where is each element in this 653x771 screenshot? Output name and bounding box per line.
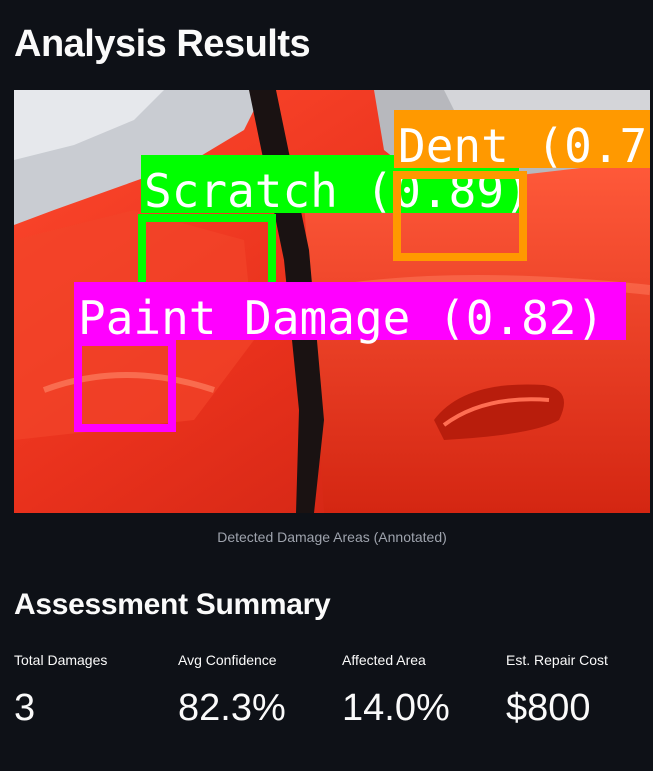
metric-affected-area: Affected Area 14.0% — [342, 648, 506, 734]
metric-label: Affected Area — [342, 652, 426, 668]
dent-label: Dent (0.76) — [398, 119, 650, 173]
metric-value: $800 — [506, 687, 591, 729]
section-title: Assessment Summary — [14, 588, 331, 621]
paint-damage-label: Paint Damage (0.82) — [78, 291, 604, 345]
car-door-photo: Scratch (0.89) Dent (0.76) Paint Damage … — [14, 90, 650, 513]
metric-avg-confidence: Avg Confidence 82.3% — [178, 648, 342, 734]
metric-total-damages: Total Damages 3 — [14, 648, 178, 734]
metric-value: 3 — [14, 687, 36, 729]
annotated-damage-image: Scratch (0.89) Dent (0.76) Paint Damage … — [14, 90, 650, 513]
metric-label: Avg Confidence — [178, 652, 277, 668]
metric-repair-cost: Est. Repair Cost $800 — [506, 648, 653, 734]
image-caption: Detected Damage Areas (Annotated) — [217, 529, 447, 545]
metric-value: 14.0% — [342, 687, 450, 729]
page-title: Analysis Results — [14, 23, 311, 65]
metric-label: Total Damages — [14, 652, 108, 668]
metric-value: 82.3% — [178, 687, 286, 729]
metrics-row: Total Damages 3 Avg Confidence 82.3% Aff… — [14, 648, 653, 734]
metric-label: Est. Repair Cost — [506, 652, 608, 668]
